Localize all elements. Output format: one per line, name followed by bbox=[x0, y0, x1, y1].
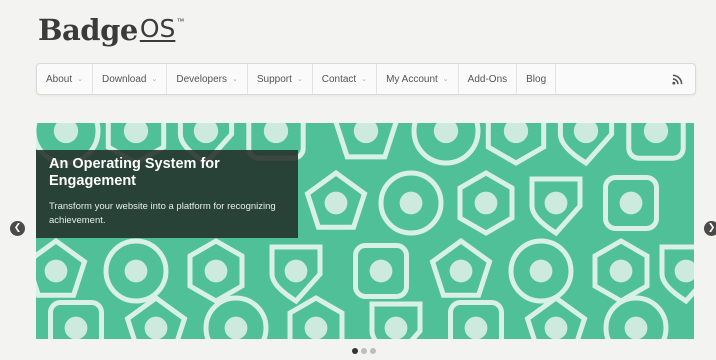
slide-dot-2[interactable] bbox=[361, 348, 367, 354]
hero-slider: An Operating System for Engagement Trans… bbox=[36, 123, 694, 339]
slide-caption: An Operating System for Engagement Trans… bbox=[36, 150, 298, 238]
logo-badge-text: Badge bbox=[38, 13, 138, 47]
nav-item-my-account[interactable]: My Account ⌄ bbox=[377, 64, 459, 94]
badge-emblem bbox=[224, 316, 248, 339]
badge-emblem bbox=[193, 123, 219, 144]
nav-item-download[interactable]: Download ⌄ bbox=[93, 64, 168, 94]
badge-emblem bbox=[369, 259, 393, 283]
nav-label: Add-Ons bbox=[467, 73, 508, 85]
badge-emblem bbox=[674, 259, 694, 283]
chevron-down-icon: ⌄ bbox=[231, 76, 238, 83]
nav-label: About bbox=[46, 73, 73, 85]
nav-item-support[interactable]: Support ⌄ bbox=[248, 64, 313, 94]
logo-os-text: OS bbox=[139, 14, 176, 43]
nav-label: Blog bbox=[526, 73, 547, 85]
badge-emblem bbox=[123, 123, 149, 144]
rss-icon-graphic bbox=[671, 74, 682, 85]
badge-emblem bbox=[643, 123, 669, 144]
badge-emblem bbox=[544, 191, 568, 215]
badge-emblem bbox=[529, 259, 553, 283]
nav-label: Developers bbox=[176, 73, 227, 85]
badge-emblem bbox=[503, 123, 529, 144]
chevron-down-icon: ⌄ bbox=[296, 76, 303, 83]
nav-label: My Account bbox=[386, 73, 438, 85]
chevron-down-icon: ⌄ bbox=[442, 76, 449, 83]
badge-emblem bbox=[53, 123, 79, 144]
badge-emblem bbox=[609, 259, 633, 283]
rss-icon[interactable] bbox=[665, 64, 689, 94]
chevron-down-icon: ⌄ bbox=[361, 76, 368, 83]
nav-label: Contact bbox=[321, 73, 357, 85]
badge-emblem bbox=[204, 259, 228, 283]
logo-trademark: ™ bbox=[176, 17, 185, 26]
site-logo[interactable]: Badge OS ™ bbox=[38, 12, 184, 48]
nav-item-contact[interactable]: Contact ⌄ bbox=[313, 64, 378, 94]
badge-emblem bbox=[353, 123, 379, 144]
badge-emblem bbox=[433, 123, 459, 144]
badge-emblem bbox=[284, 259, 308, 283]
badge-emblem bbox=[44, 259, 68, 283]
badge-emblem bbox=[573, 123, 599, 144]
chevron-down-icon: ⌄ bbox=[151, 76, 158, 83]
caption-title: An Operating System for Engagement bbox=[49, 156, 220, 189]
badge-emblem bbox=[124, 259, 148, 283]
badge-emblem bbox=[263, 123, 289, 144]
nav-label: Download bbox=[102, 73, 147, 85]
slider-pagination bbox=[352, 348, 376, 354]
badge-emblem bbox=[449, 259, 473, 283]
badge-emblem bbox=[619, 191, 643, 215]
badge-emblem bbox=[464, 316, 488, 339]
nav-item-about[interactable]: About ⌄ bbox=[37, 64, 94, 94]
slider-prev-button[interactable]: ❮ bbox=[10, 221, 25, 236]
slide-dot-3[interactable] bbox=[370, 348, 376, 354]
badge-emblem bbox=[474, 191, 498, 215]
nav-item-add-ons[interactable]: Add-Ons bbox=[459, 64, 518, 94]
badge-emblem bbox=[544, 316, 568, 339]
caption-text: Transform your website into a platform f… bbox=[49, 201, 276, 226]
badge-emblem bbox=[399, 191, 423, 215]
nav-item-blog[interactable]: Blog bbox=[517, 64, 557, 94]
badge-emblem bbox=[144, 316, 168, 339]
chevron-down-icon: ⌄ bbox=[77, 76, 84, 83]
slide-dot-1[interactable] bbox=[352, 348, 358, 354]
slider-next-button[interactable]: ❯ bbox=[704, 221, 716, 236]
badge-emblem bbox=[64, 316, 88, 339]
main-nav: About ⌄ Download ⌄ Developers ⌄ Support ⌄ Co… bbox=[36, 63, 696, 95]
nav-label: Support bbox=[256, 73, 292, 85]
badge-emblem bbox=[384, 316, 408, 339]
nav-item-developers[interactable]: Developers ⌄ bbox=[167, 64, 248, 94]
badge-emblem bbox=[304, 316, 328, 339]
badge-emblem bbox=[324, 191, 348, 215]
badge-emblem bbox=[624, 316, 648, 339]
